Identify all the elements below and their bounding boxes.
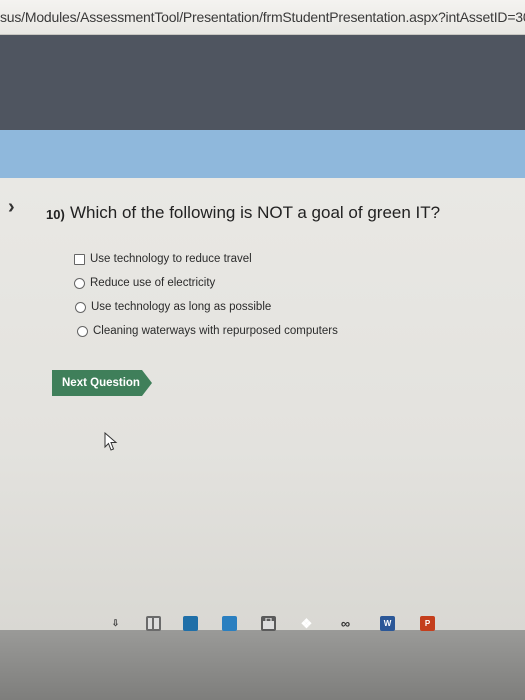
answer-option-1[interactable]: Use technology to reduce travel — [74, 250, 252, 268]
download-icon[interactable]: ⇩ — [108, 616, 123, 631]
option-label: Reduce use of electricity — [90, 277, 216, 289]
dropbox-icon[interactable]: ❖ — [299, 616, 314, 631]
edge-icon[interactable] — [222, 616, 237, 631]
radio-button[interactable] — [74, 277, 85, 289]
page-header — [0, 35, 525, 130]
screen: sus/Modules/AssessmentTool/Presentation/… — [0, 0, 525, 700]
url-text[interactable]: sus/Modules/AssessmentTool/Presentation/… — [0, 9, 525, 25]
answer-option-3[interactable]: Use technology as long as possible — [75, 298, 271, 316]
address-bar[interactable]: sus/Modules/AssessmentTool/Presentation/… — [0, 0, 525, 35]
store-icon[interactable] — [261, 616, 276, 631]
next-question-button[interactable]: Next Question — [52, 370, 152, 396]
task-view-icon[interactable] — [146, 616, 161, 631]
question-number: 10) — [46, 207, 65, 222]
option-label: Cleaning waterways with repurposed compu… — [93, 325, 338, 337]
question-panel — [0, 178, 525, 630]
radio-button[interactable] — [77, 325, 88, 337]
answer-option-2[interactable]: Reduce use of electricity — [74, 274, 215, 292]
option-label: Use technology to reduce travel — [90, 253, 252, 265]
question-text: Which of the following is NOT a goal of … — [70, 203, 441, 222]
option-label: Use technology as long as possible — [91, 301, 272, 313]
next-question-label: Next Question — [62, 377, 140, 389]
page-banner — [0, 130, 525, 178]
word-icon[interactable]: W — [380, 616, 395, 631]
answer-option-4[interactable]: Cleaning waterways with repurposed compu… — [77, 322, 338, 340]
checkbox[interactable] — [74, 253, 85, 265]
powerpoint-icon[interactable]: P — [420, 616, 435, 631]
file-explorer-icon[interactable] — [183, 616, 198, 631]
chevron-right-icon[interactable]: › — [8, 196, 15, 219]
radio-button[interactable] — [75, 301, 86, 313]
mouse-cursor-icon — [104, 432, 118, 451]
taskbar: ⇩ ❖ ∞ W P — [0, 616, 525, 700]
infinity-icon[interactable]: ∞ — [338, 616, 353, 631]
